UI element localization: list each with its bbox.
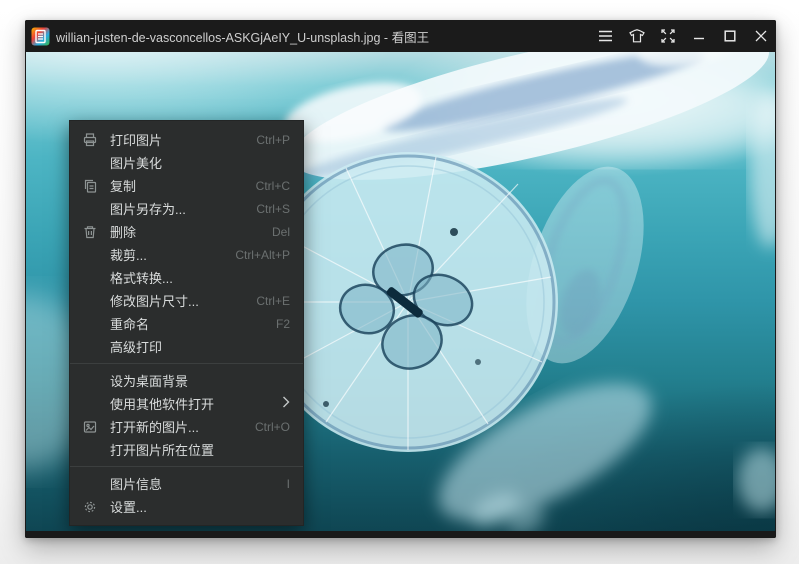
menu-item-icon-empty [81, 441, 98, 458]
menu-item-shortcut: Ctrl+P [242, 133, 290, 147]
menu-item-icon-empty [81, 395, 98, 412]
context-menu: 打印图片 Ctrl+P 图片美化复制 Ctrl+C 图片另存为... Ctrl+S 删除 De… [69, 120, 304, 526]
menu-button[interactable] [590, 20, 621, 52]
menu-item-2[interactable]: 图片美化 [70, 151, 303, 174]
gear-icon [81, 498, 98, 515]
menu-item-icon-empty [81, 154, 98, 171]
photo-viewer-canvas[interactable]: 打印图片 Ctrl+P 图片美化复制 Ctrl+C 图片另存为... Ctrl+S 删除 De… [26, 52, 775, 531]
menu-item-label: 格式转换... [110, 268, 173, 287]
menu-item-label: 图片信息 [110, 474, 162, 493]
theme-skin-button[interactable] [621, 20, 652, 52]
menu-item-8[interactable]: 修改图片尺寸... Ctrl+E [70, 289, 303, 312]
menu-separator [70, 363, 303, 364]
fullscreen-button[interactable] [652, 20, 683, 52]
minimize-button[interactable] [683, 20, 714, 52]
menu-item-label: 高级打印 [110, 337, 162, 356]
titlebar-buttons [590, 20, 776, 52]
menu-item-label: 重命名 [110, 314, 149, 333]
desktop-stage: willian-justen-de-vasconcellos-ASKGjAeIY… [0, 0, 799, 564]
menu-item-icon-empty [81, 200, 98, 217]
menu-item-7[interactable]: 格式转换... [70, 266, 303, 289]
menu-item-shortcut: Ctrl+E [242, 294, 290, 308]
menu-item-3[interactable]: 复制 Ctrl+C [70, 174, 303, 197]
trash-icon [81, 223, 98, 240]
menu-item-label: 图片美化 [110, 153, 162, 172]
menu-item-icon-empty [81, 475, 98, 492]
menu-item-shortcut: Ctrl+Alt+P [221, 248, 290, 262]
menu-separator [70, 466, 303, 467]
menu-item-icon-empty [81, 315, 98, 332]
menu-item-label: 删除 [110, 222, 136, 241]
maximize-button[interactable] [714, 20, 745, 52]
menu-item-label: 裁剪... [110, 245, 147, 264]
menu-item-icon-empty [81, 372, 98, 389]
menu-item-5[interactable]: 删除 Del [70, 220, 303, 243]
minimize-icon [693, 30, 705, 42]
fullscreen-icon [661, 29, 675, 43]
menu-item-16[interactable]: 设置... [70, 495, 303, 518]
menu-item-label: 打开新的图片... [110, 417, 199, 436]
menu-item-shortcut: I [273, 477, 290, 491]
menu-item-9[interactable]: 重命名 F2 [70, 312, 303, 335]
app-window: willian-justen-de-vasconcellos-ASKGjAeIY… [25, 20, 776, 538]
titlebar[interactable]: willian-justen-de-vasconcellos-ASKGjAeIY… [25, 20, 776, 52]
menu-item-icon-empty [81, 338, 98, 355]
close-icon [755, 30, 767, 42]
menu-icon [598, 30, 613, 42]
theme-skin-icon [629, 29, 645, 43]
menu-item-icon-empty [81, 292, 98, 309]
printer-icon [81, 131, 98, 148]
maximize-icon [724, 30, 736, 42]
menu-item-6[interactable]: 裁剪... Ctrl+Alt+P [70, 243, 303, 266]
menu-item-label: 设为桌面背景 [110, 371, 188, 390]
menu-item-4[interactable]: 图片另存为... Ctrl+S [70, 197, 303, 220]
menu-item-icon-empty [81, 269, 98, 286]
window-bottom-edge [25, 531, 776, 538]
menu-item-1[interactable]: 打印图片 Ctrl+P [70, 128, 303, 151]
menu-item-shortcut: F2 [262, 317, 290, 331]
menu-item-13[interactable]: 打开新的图片... Ctrl+O [70, 415, 303, 438]
menu-item-15[interactable]: 图片信息 I [70, 472, 303, 495]
menu-item-shortcut: Ctrl+C [242, 179, 290, 193]
menu-item-11[interactable]: 设为桌面背景 [70, 369, 303, 392]
app-logo-icon [31, 27, 50, 46]
menu-item-label: 设置... [110, 497, 147, 516]
menu-item-label: 打印图片 [110, 130, 162, 149]
menu-item-label: 打开图片所在位置 [110, 440, 214, 459]
menu-item-shortcut: Del [258, 225, 290, 239]
window-title: willian-justen-de-vasconcellos-ASKGjAeIY… [56, 27, 429, 46]
menu-item-14[interactable]: 打开图片所在位置 [70, 438, 303, 461]
menu-item-label: 使用其他软件打开 [110, 394, 214, 413]
menu-item-shortcut: Ctrl+S [242, 202, 290, 216]
copy-icon [81, 177, 98, 194]
submenu-arrow-icon [268, 396, 290, 411]
menu-item-label: 图片另存为... [110, 199, 186, 218]
menu-item-shortcut: Ctrl+O [241, 420, 290, 434]
menu-item-icon-empty [81, 246, 98, 263]
menu-item-12[interactable]: 使用其他软件打开 [70, 392, 303, 415]
menu-item-label: 复制 [110, 176, 136, 195]
jellyfish-bottom-right [738, 448, 775, 512]
close-button[interactable] [745, 20, 776, 52]
image-icon [81, 418, 98, 435]
menu-item-label: 修改图片尺寸... [110, 291, 199, 310]
menu-item-10[interactable]: 高级打印 [70, 335, 303, 358]
